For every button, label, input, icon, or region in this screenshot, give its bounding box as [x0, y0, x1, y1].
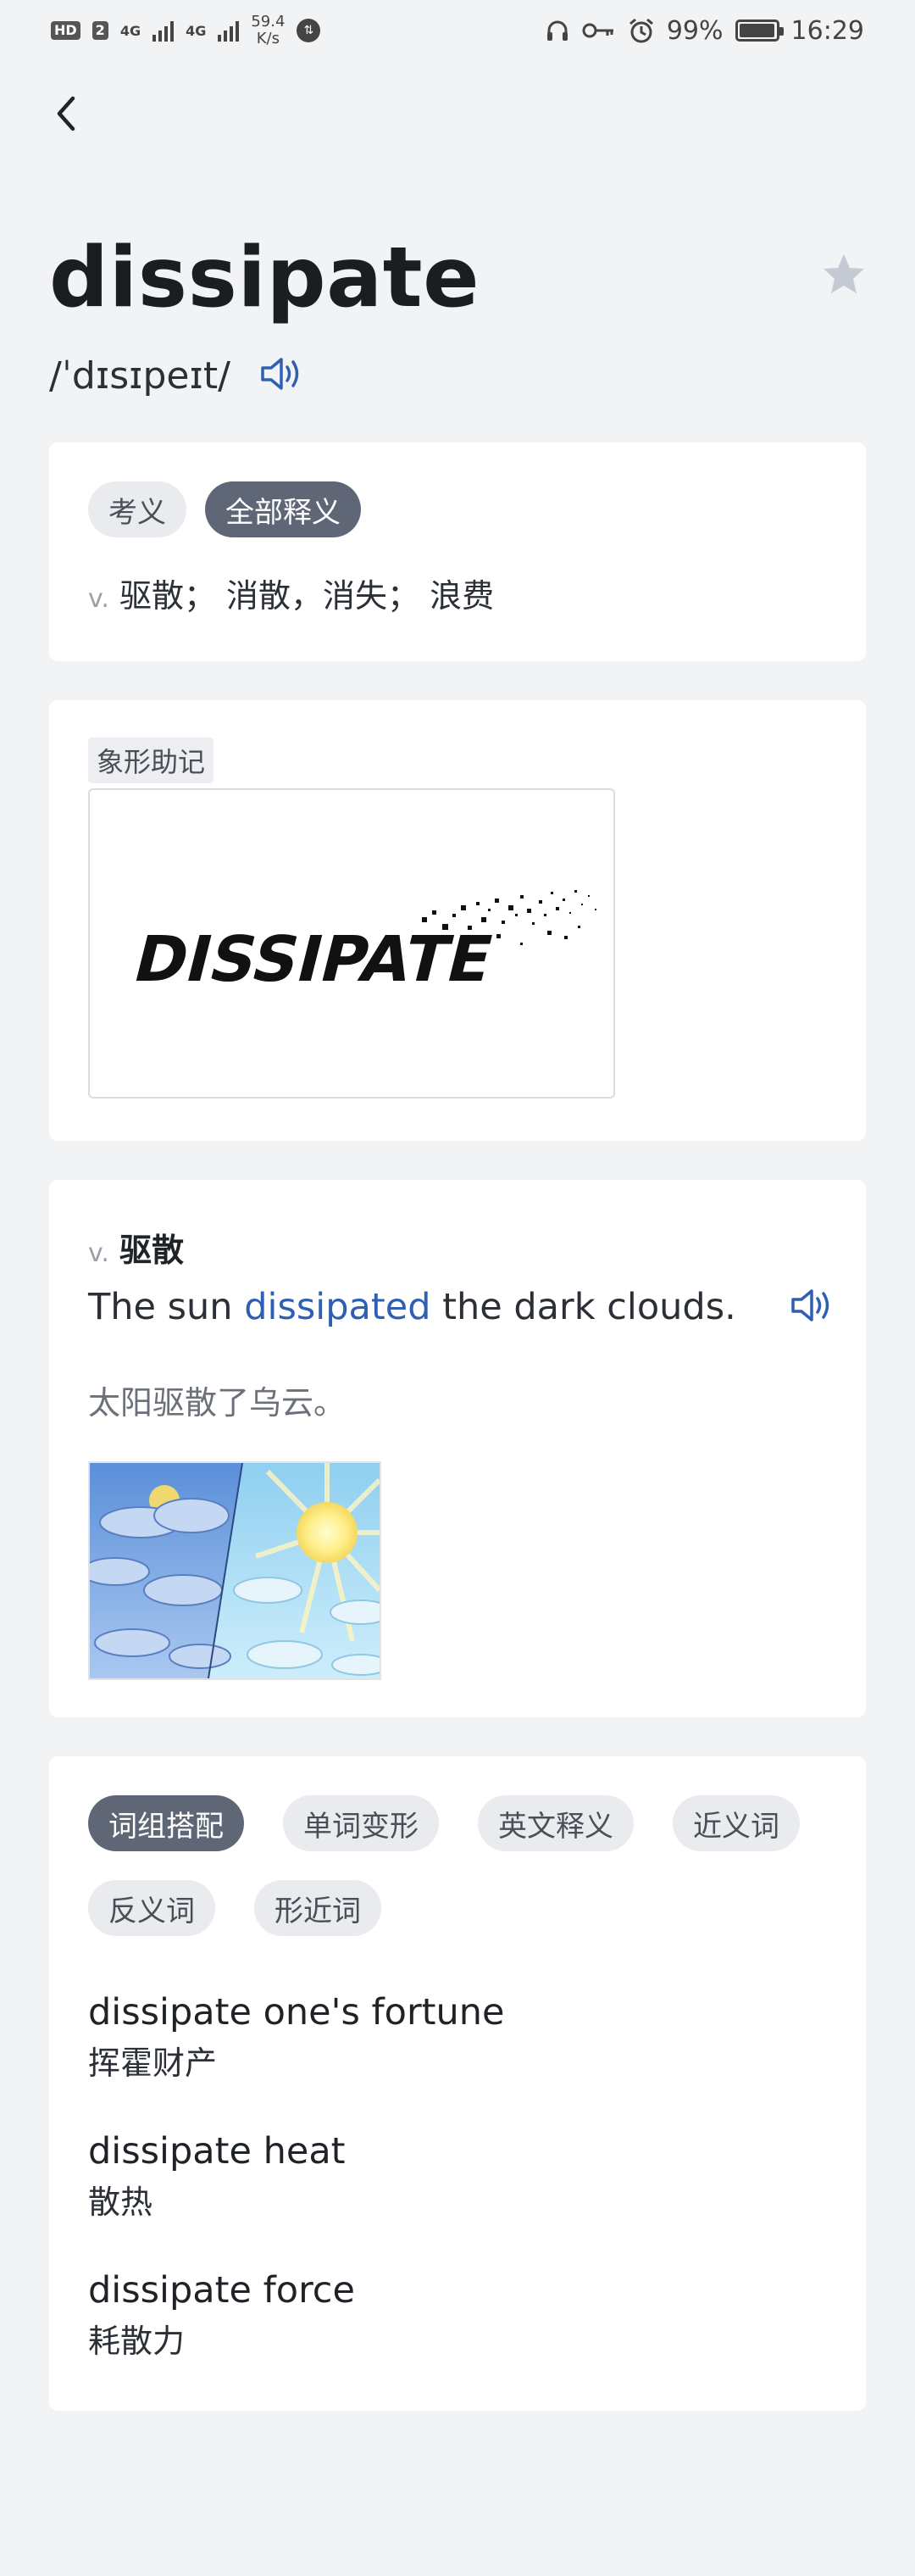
status-right: 99% 16:29	[545, 12, 864, 49]
data-saver-icon: ⇅	[297, 19, 321, 42]
key-icon	[582, 23, 613, 38]
mnemonic-word: DISSIPATE	[127, 922, 501, 996]
list-item[interactable]: dissipate force 耗散力	[88, 2265, 834, 2404]
sense-row: v. 驱散	[88, 1224, 184, 1271]
part-of-speech: v.	[88, 584, 109, 614]
sun-and-clouds-illustration	[90, 1463, 380, 1678]
definition-card: 考义 全部释义 v. 驱散； 消散，消失； 浪费	[49, 442, 866, 661]
speaker-icon	[791, 1289, 829, 1321]
phrase-english: dissipate one's fortune	[88, 1991, 505, 2034]
signal-icon	[218, 19, 240, 42]
example-audio-button[interactable]	[790, 1287, 834, 1333]
back-button[interactable]	[41, 88, 92, 139]
definition-line: v. 驱散； 消散，消失； 浪费	[88, 570, 494, 616]
headphones-icon	[546, 20, 568, 41]
tab-english-definition[interactable]: 英文释义	[478, 1795, 634, 1851]
phrase-tabs: 词组搭配 单词变形 英文释义 近义词 反义词 形近词	[88, 1795, 834, 1936]
phrase-english: dissipate heat	[88, 2130, 346, 2173]
alarm-icon	[629, 18, 653, 43]
hd-badge: HD	[51, 21, 80, 40]
clock: 16:29	[790, 15, 864, 46]
example-illustration[interactable]	[88, 1461, 381, 1680]
example-translation: 太阳驱散了乌云。	[88, 1384, 347, 1422]
definition-text: 驱散； 消散，消失； 浪费	[119, 577, 495, 615]
phrase-list: dissipate one's fortune 挥霍财产 dissipate h…	[88, 1987, 834, 2404]
speaker-icon	[261, 358, 299, 390]
phonetic: /ˈdɪsɪpeɪt/	[49, 353, 230, 398]
tab-word-forms[interactable]: 单词变形	[283, 1795, 439, 1851]
list-item[interactable]: dissipate one's fortune 挥霍财产	[88, 1987, 834, 2126]
phrase-chinese: 耗散力	[88, 2323, 186, 2360]
definition-tabs: 考义 全部释义	[88, 481, 361, 537]
example-highlight-word[interactable]: dissipated	[244, 1286, 430, 1328]
pronounce-button[interactable]	[259, 355, 303, 396]
favorite-button[interactable]	[817, 248, 871, 302]
network-type-2: 4G	[186, 22, 207, 39]
mnemonic-graphic: DISSIPATE	[127, 890, 596, 996]
status-bar: HD 2 4G 4G 59.4 K/s ⇅ 99% 16:29	[0, 0, 915, 61]
battery-fill	[739, 24, 775, 37]
list-item[interactable]: dissipate heat 散热	[88, 2126, 834, 2265]
tab-all-meanings[interactable]: 全部释义	[205, 481, 361, 537]
network-speed-unit: K/s	[256, 30, 280, 47]
network-speed: 59.4 K/s	[251, 14, 285, 47]
battery-icon	[735, 19, 784, 42]
sim-badge: 2	[92, 21, 108, 40]
star-icon	[824, 254, 864, 293]
tab-phrases[interactable]: 词组搭配	[88, 1795, 244, 1851]
headword: dissipate	[49, 230, 480, 326]
phonetic-row: /ˈdɪsɪpeɪt/	[49, 346, 303, 405]
signal-icon	[152, 19, 175, 42]
status-left: HD 2 4G 4G 59.4 K/s ⇅	[51, 12, 321, 49]
part-of-speech: v.	[88, 1238, 109, 1268]
phrase-card: 词组搭配 单词变形 英文释义 近义词 反义词 形近词 dissipate one…	[49, 1756, 866, 2411]
tab-synonyms[interactable]: 近义词	[673, 1795, 800, 1851]
phrase-chinese: 挥霍财产	[88, 2045, 218, 2082]
mnemonic-image[interactable]: DISSIPATE	[88, 788, 615, 1099]
example-sentence: The sun dissipated the dark clouds.	[88, 1282, 834, 1333]
tab-antonyms[interactable]: 反义词	[88, 1880, 215, 1936]
mnemonic-tag: 象形助记	[88, 737, 214, 783]
example-text-after: the dark clouds.	[430, 1286, 736, 1328]
example-text-before: The sun	[88, 1286, 245, 1328]
tab-similar-words[interactable]: 形近词	[254, 1880, 381, 1936]
chevron-left-icon	[57, 96, 75, 131]
battery-percent: 99%	[666, 15, 724, 46]
sense-title: 驱散	[119, 1232, 184, 1269]
example-card: v. 驱散 The sun dissipated the dark clouds…	[49, 1180, 866, 1717]
mnemonic-card: 象形助记 DISSIPATE	[49, 700, 866, 1141]
network-speed-value: 59.4	[251, 13, 286, 31]
phrase-chinese: 散热	[88, 2184, 153, 2221]
tab-exam-meaning[interactable]: 考义	[88, 481, 186, 537]
network-type-1: 4G	[119, 22, 141, 39]
phrase-english: dissipate force	[88, 2269, 355, 2312]
